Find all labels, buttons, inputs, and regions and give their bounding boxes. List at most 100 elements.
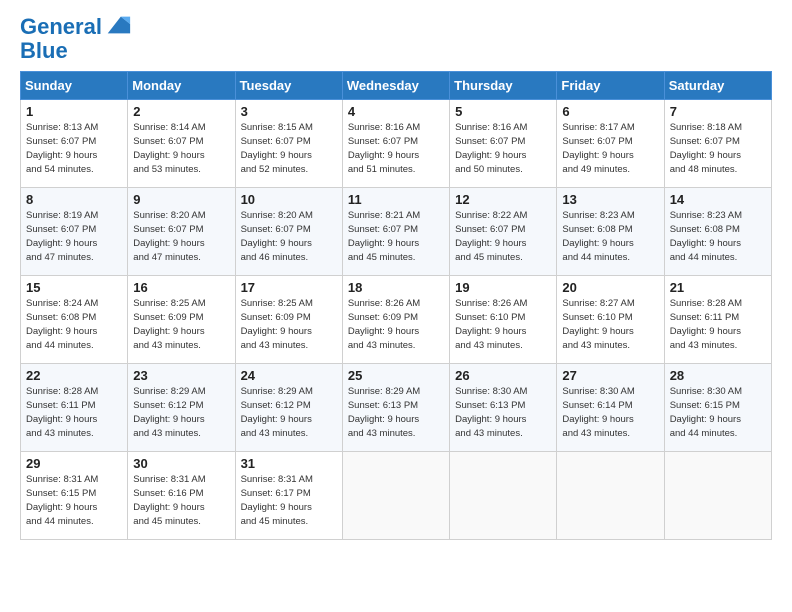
day-number: 26 [455, 368, 551, 383]
empty-cell [664, 452, 771, 540]
day-info: Sunrise: 8:28 AMSunset: 6:11 PMDaylight:… [670, 297, 766, 352]
day-info: Sunrise: 8:13 AMSunset: 6:07 PMDaylight:… [26, 121, 122, 176]
day-number: 2 [133, 104, 229, 119]
day-number: 22 [26, 368, 122, 383]
weekday-header-thursday: Thursday [450, 72, 557, 100]
calendar-week-1: 1 Sunrise: 8:13 AMSunset: 6:07 PMDayligh… [21, 100, 772, 188]
day-number: 16 [133, 280, 229, 295]
day-number: 19 [455, 280, 551, 295]
day-info: Sunrise: 8:21 AMSunset: 6:07 PMDaylight:… [348, 209, 444, 264]
day-info: Sunrise: 8:20 AMSunset: 6:07 PMDaylight:… [241, 209, 337, 264]
day-number: 15 [26, 280, 122, 295]
day-cell-23: 23 Sunrise: 8:29 AMSunset: 6:12 PMDaylig… [128, 364, 235, 452]
day-info: Sunrise: 8:14 AMSunset: 6:07 PMDaylight:… [133, 121, 229, 176]
day-cell-11: 11 Sunrise: 8:21 AMSunset: 6:07 PMDaylig… [342, 188, 449, 276]
logo-text2: Blue [20, 39, 132, 63]
calendar-table: SundayMondayTuesdayWednesdayThursdayFrid… [20, 71, 772, 540]
day-info: Sunrise: 8:25 AMSunset: 6:09 PMDaylight:… [133, 297, 229, 352]
day-info: Sunrise: 8:31 AMSunset: 6:17 PMDaylight:… [241, 473, 337, 528]
day-cell-17: 17 Sunrise: 8:25 AMSunset: 6:09 PMDaylig… [235, 276, 342, 364]
day-info: Sunrise: 8:31 AMSunset: 6:16 PMDaylight:… [133, 473, 229, 528]
day-info: Sunrise: 8:18 AMSunset: 6:07 PMDaylight:… [670, 121, 766, 176]
day-cell-20: 20 Sunrise: 8:27 AMSunset: 6:10 PMDaylig… [557, 276, 664, 364]
day-cell-10: 10 Sunrise: 8:20 AMSunset: 6:07 PMDaylig… [235, 188, 342, 276]
day-cell-19: 19 Sunrise: 8:26 AMSunset: 6:10 PMDaylig… [450, 276, 557, 364]
day-info: Sunrise: 8:30 AMSunset: 6:15 PMDaylight:… [670, 385, 766, 440]
day-number: 29 [26, 456, 122, 471]
calendar-week-4: 22 Sunrise: 8:28 AMSunset: 6:11 PMDaylig… [21, 364, 772, 452]
day-info: Sunrise: 8:29 AMSunset: 6:12 PMDaylight:… [133, 385, 229, 440]
calendar-week-3: 15 Sunrise: 8:24 AMSunset: 6:08 PMDaylig… [21, 276, 772, 364]
day-cell-6: 6 Sunrise: 8:17 AMSunset: 6:07 PMDayligh… [557, 100, 664, 188]
day-number: 20 [562, 280, 658, 295]
weekday-header-wednesday: Wednesday [342, 72, 449, 100]
day-info: Sunrise: 8:15 AMSunset: 6:07 PMDaylight:… [241, 121, 337, 176]
day-number: 8 [26, 192, 122, 207]
day-info: Sunrise: 8:16 AMSunset: 6:07 PMDaylight:… [455, 121, 551, 176]
day-cell-30: 30 Sunrise: 8:31 AMSunset: 6:16 PMDaylig… [128, 452, 235, 540]
day-number: 6 [562, 104, 658, 119]
empty-cell [450, 452, 557, 540]
weekday-header-monday: Monday [128, 72, 235, 100]
day-cell-12: 12 Sunrise: 8:22 AMSunset: 6:07 PMDaylig… [450, 188, 557, 276]
day-number: 25 [348, 368, 444, 383]
empty-cell [557, 452, 664, 540]
day-cell-15: 15 Sunrise: 8:24 AMSunset: 6:08 PMDaylig… [21, 276, 128, 364]
page: General Blue SundayMondayTuesdayWednesda… [0, 0, 792, 612]
day-info: Sunrise: 8:30 AMSunset: 6:13 PMDaylight:… [455, 385, 551, 440]
day-number: 27 [562, 368, 658, 383]
day-cell-4: 4 Sunrise: 8:16 AMSunset: 6:07 PMDayligh… [342, 100, 449, 188]
day-number: 21 [670, 280, 766, 295]
day-cell-18: 18 Sunrise: 8:26 AMSunset: 6:09 PMDaylig… [342, 276, 449, 364]
day-cell-7: 7 Sunrise: 8:18 AMSunset: 6:07 PMDayligh… [664, 100, 771, 188]
day-number: 17 [241, 280, 337, 295]
day-info: Sunrise: 8:16 AMSunset: 6:07 PMDaylight:… [348, 121, 444, 176]
day-number: 30 [133, 456, 229, 471]
day-number: 31 [241, 456, 337, 471]
day-number: 28 [670, 368, 766, 383]
logo: General Blue [20, 15, 132, 63]
day-cell-2: 2 Sunrise: 8:14 AMSunset: 6:07 PMDayligh… [128, 100, 235, 188]
day-number: 11 [348, 192, 444, 207]
day-number: 3 [241, 104, 337, 119]
day-cell-8: 8 Sunrise: 8:19 AMSunset: 6:07 PMDayligh… [21, 188, 128, 276]
day-info: Sunrise: 8:29 AMSunset: 6:12 PMDaylight:… [241, 385, 337, 440]
weekday-header-friday: Friday [557, 72, 664, 100]
day-info: Sunrise: 8:31 AMSunset: 6:15 PMDaylight:… [26, 473, 122, 528]
day-info: Sunrise: 8:17 AMSunset: 6:07 PMDaylight:… [562, 121, 658, 176]
day-number: 9 [133, 192, 229, 207]
day-info: Sunrise: 8:29 AMSunset: 6:13 PMDaylight:… [348, 385, 444, 440]
calendar-week-5: 29 Sunrise: 8:31 AMSunset: 6:15 PMDaylig… [21, 452, 772, 540]
day-info: Sunrise: 8:24 AMSunset: 6:08 PMDaylight:… [26, 297, 122, 352]
day-number: 12 [455, 192, 551, 207]
day-cell-16: 16 Sunrise: 8:25 AMSunset: 6:09 PMDaylig… [128, 276, 235, 364]
day-number: 1 [26, 104, 122, 119]
day-info: Sunrise: 8:25 AMSunset: 6:09 PMDaylight:… [241, 297, 337, 352]
day-info: Sunrise: 8:20 AMSunset: 6:07 PMDaylight:… [133, 209, 229, 264]
day-cell-29: 29 Sunrise: 8:31 AMSunset: 6:15 PMDaylig… [21, 452, 128, 540]
day-number: 7 [670, 104, 766, 119]
day-cell-5: 5 Sunrise: 8:16 AMSunset: 6:07 PMDayligh… [450, 100, 557, 188]
day-info: Sunrise: 8:26 AMSunset: 6:10 PMDaylight:… [455, 297, 551, 352]
weekday-header-row: SundayMondayTuesdayWednesdayThursdayFrid… [21, 72, 772, 100]
day-cell-31: 31 Sunrise: 8:31 AMSunset: 6:17 PMDaylig… [235, 452, 342, 540]
day-info: Sunrise: 8:30 AMSunset: 6:14 PMDaylight:… [562, 385, 658, 440]
day-cell-24: 24 Sunrise: 8:29 AMSunset: 6:12 PMDaylig… [235, 364, 342, 452]
empty-cell [342, 452, 449, 540]
day-number: 18 [348, 280, 444, 295]
day-cell-25: 25 Sunrise: 8:29 AMSunset: 6:13 PMDaylig… [342, 364, 449, 452]
day-number: 14 [670, 192, 766, 207]
day-cell-28: 28 Sunrise: 8:30 AMSunset: 6:15 PMDaylig… [664, 364, 771, 452]
day-number: 13 [562, 192, 658, 207]
logo-icon [104, 11, 132, 39]
day-cell-22: 22 Sunrise: 8:28 AMSunset: 6:11 PMDaylig… [21, 364, 128, 452]
weekday-header-saturday: Saturday [664, 72, 771, 100]
day-info: Sunrise: 8:19 AMSunset: 6:07 PMDaylight:… [26, 209, 122, 264]
day-cell-14: 14 Sunrise: 8:23 AMSunset: 6:08 PMDaylig… [664, 188, 771, 276]
day-info: Sunrise: 8:23 AMSunset: 6:08 PMDaylight:… [670, 209, 766, 264]
day-info: Sunrise: 8:26 AMSunset: 6:09 PMDaylight:… [348, 297, 444, 352]
logo-text: General [20, 15, 102, 39]
day-cell-21: 21 Sunrise: 8:28 AMSunset: 6:11 PMDaylig… [664, 276, 771, 364]
day-info: Sunrise: 8:27 AMSunset: 6:10 PMDaylight:… [562, 297, 658, 352]
calendar-week-2: 8 Sunrise: 8:19 AMSunset: 6:07 PMDayligh… [21, 188, 772, 276]
